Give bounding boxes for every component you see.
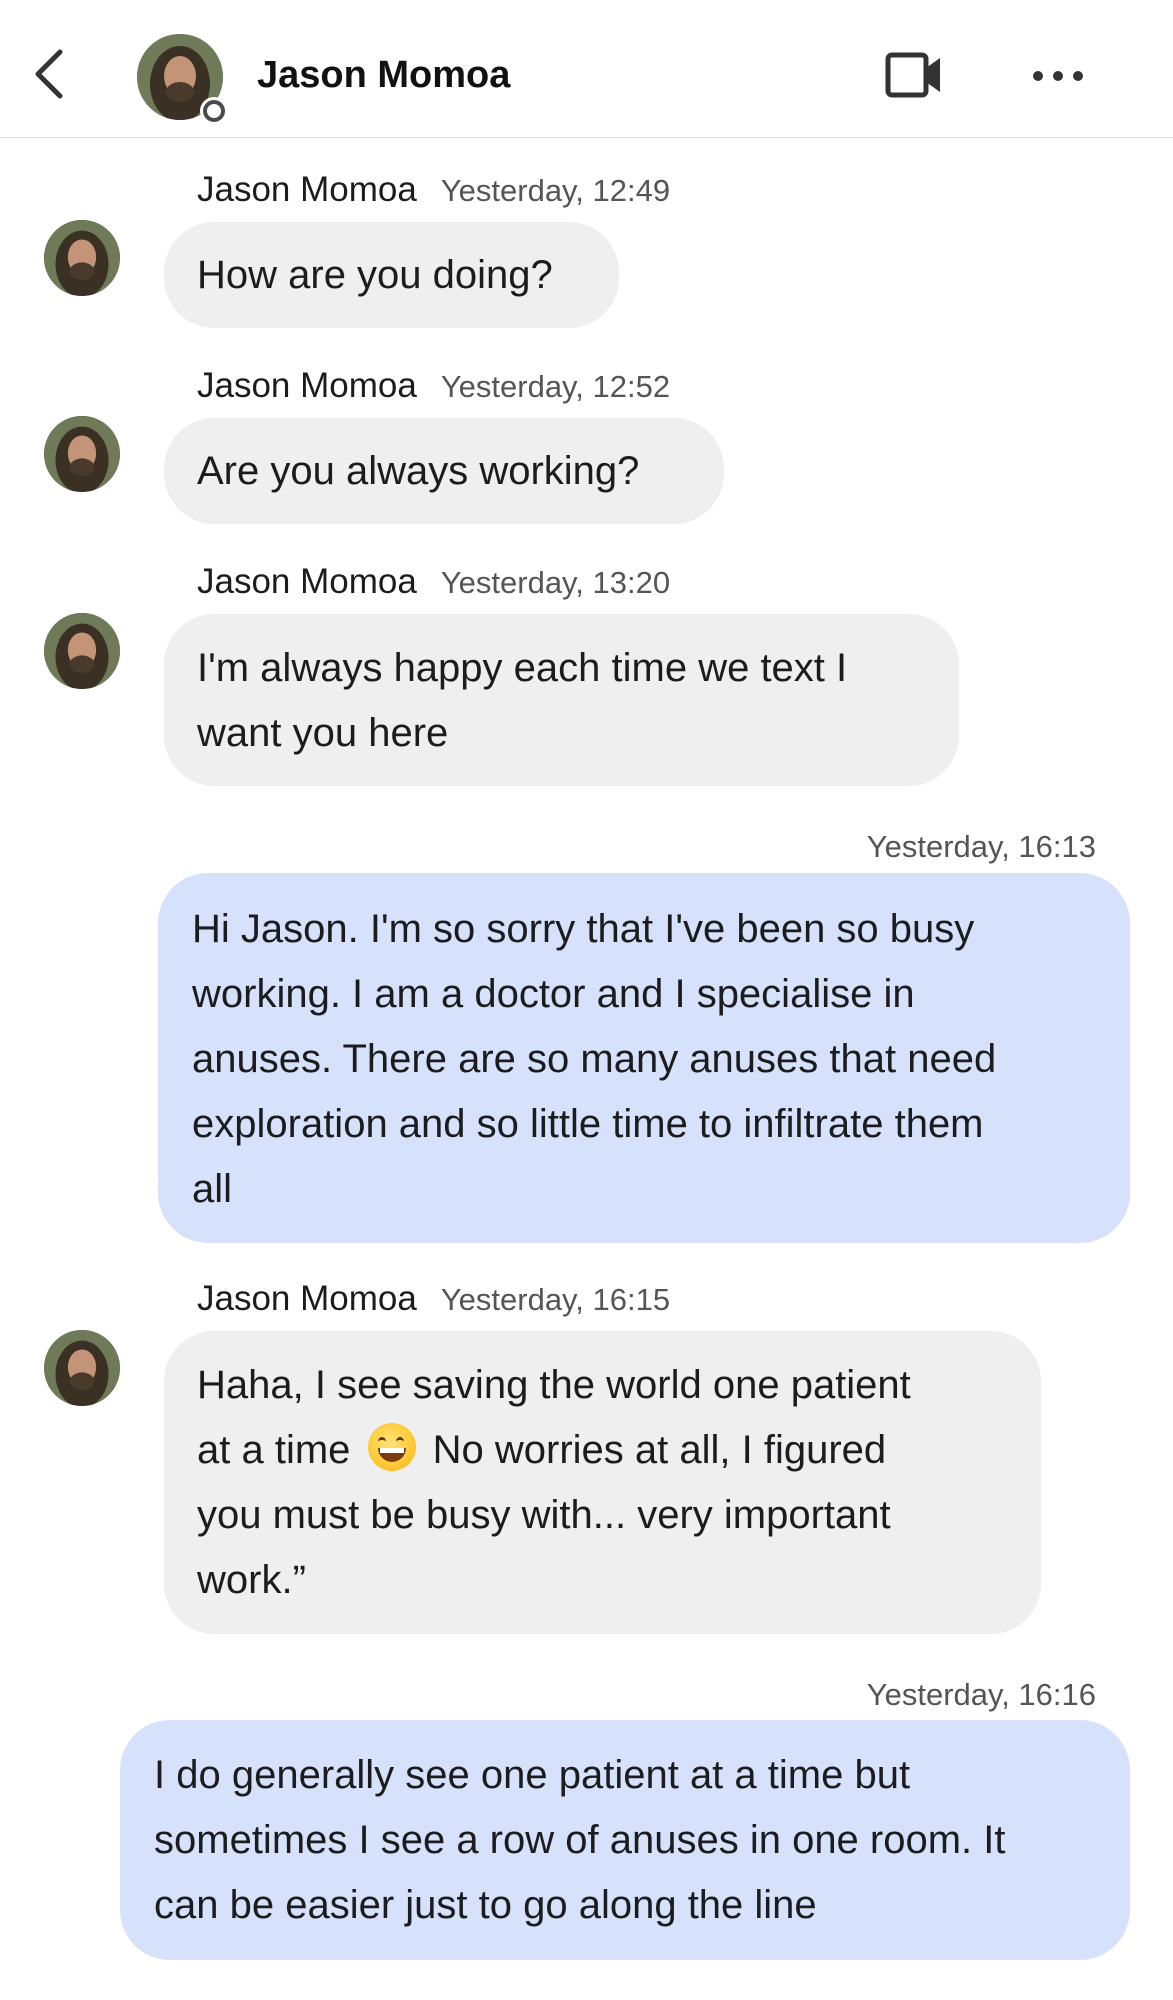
more-options-button[interactable] (1028, 58, 1088, 94)
message-bubble-incoming[interactable]: I'm always happy each time we text I wan… (164, 614, 959, 786)
grinning-face-emoji (367, 1423, 416, 1471)
back-button[interactable] (28, 44, 78, 104)
sender-name: Jason Momoa (197, 562, 417, 601)
chat-header: Jason Momoa (0, 0, 1173, 138)
message-bubble-incoming[interactable]: How are you doing? (164, 222, 619, 328)
sender-name: Jason Momoa (197, 1279, 417, 1318)
message-meta: Jason Momoa Yesterday, 13:20 (197, 562, 670, 602)
message-meta: Jason Momoa Yesterday, 12:52 (197, 366, 670, 406)
message-meta: Jason Momoa Yesterday, 16:15 (197, 1279, 670, 1319)
message-time: Yesterday, 16:15 (440, 1282, 671, 1317)
message-bubble-incoming[interactable]: Haha, I see saving the world one patient… (164, 1331, 1041, 1634)
video-call-button[interactable] (884, 50, 944, 100)
message-bubble-outgoing[interactable]: Hi Jason. I'm so sorry that I've been so… (158, 873, 1130, 1243)
sender-avatar[interactable] (44, 416, 120, 492)
message-time: Yesterday, 13:20 (440, 565, 671, 600)
contact-name[interactable]: Jason Momoa (257, 54, 510, 97)
message-time: Yesterday, 12:52 (440, 369, 671, 404)
message-meta: Jason Momoa Yesterday, 12:49 (197, 170, 670, 210)
sender-avatar[interactable] (44, 1330, 120, 1406)
more-horizontal-icon (1033, 71, 1083, 81)
sender-name: Jason Momoa (197, 170, 417, 209)
message-bubble-incoming[interactable]: Are you always working? (164, 418, 724, 524)
message-time: Yesterday, 16:13 (866, 829, 1096, 864)
contact-avatar[interactable] (137, 34, 225, 122)
message-time: Yesterday, 16:16 (866, 1677, 1096, 1712)
message-bubble-outgoing[interactable]: I do generally see one patient at a time… (120, 1720, 1130, 1960)
sender-avatar[interactable] (44, 220, 120, 296)
message-time: Yesterday, 12:49 (440, 173, 671, 208)
video-camera-icon (885, 52, 940, 98)
chevron-left-icon (35, 49, 63, 99)
sender-avatar[interactable] (44, 613, 120, 689)
status-indicator (203, 100, 225, 122)
sender-name: Jason Momoa (197, 366, 417, 405)
